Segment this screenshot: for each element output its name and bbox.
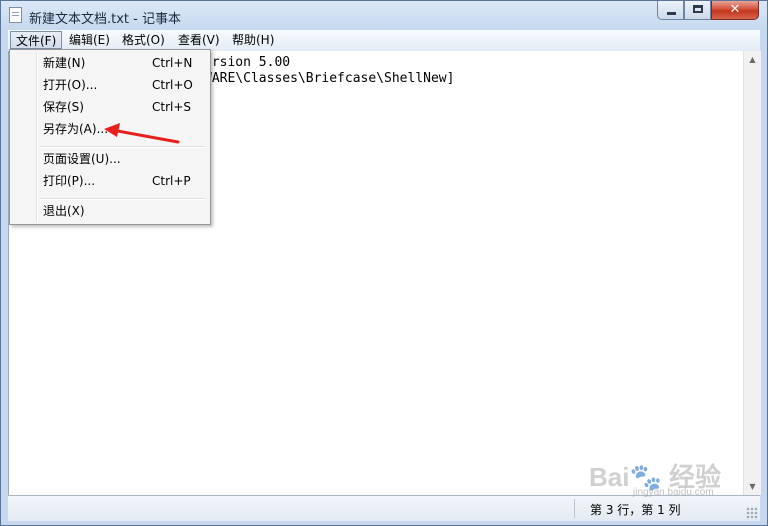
status-bar: 第 3 行，第 1 列: [8, 495, 760, 521]
menu-help[interactable]: 帮助(H): [227, 31, 279, 49]
status-divider: [574, 499, 575, 518]
editor-line-2: WARE\Classes\Briefcase\ShellNew]: [204, 71, 455, 86]
menu-format[interactable]: 格式(O): [117, 31, 170, 49]
menu-item-shortcut: Ctrl+S: [152, 100, 192, 114]
resize-grip-icon[interactable]: [746, 507, 758, 519]
minimize-button[interactable]: [657, 1, 684, 20]
menu-item-label: 退出(X): [43, 204, 85, 218]
red-arrow-annotation: [104, 123, 180, 144]
scroll-up-icon[interactable]: ▲: [744, 51, 761, 68]
window-title: 新建文本文档.txt - 记事本: [29, 12, 181, 27]
maximize-button[interactable]: [684, 1, 711, 20]
scroll-down-icon[interactable]: ▼: [744, 478, 761, 495]
menu-item-shortcut: Ctrl+N: [152, 56, 193, 70]
menu-item-new[interactable]: 新建(N) Ctrl+N: [12, 52, 208, 74]
vertical-scrollbar[interactable]: ▲ ▼: [743, 51, 761, 495]
cursor-position: 第 3 行，第 1 列: [590, 503, 681, 517]
menu-item-label: 打开(O)...: [43, 78, 98, 92]
menu-view[interactable]: 查看(V): [173, 31, 225, 49]
baidu-watermark-url: jingyan.baidu.com: [633, 487, 714, 498]
minimize-icon: [667, 12, 676, 15]
maximize-icon: [693, 5, 703, 13]
close-button[interactable]: ✕: [711, 1, 759, 20]
menu-item-save[interactable]: 保存(S) Ctrl+S: [12, 96, 208, 118]
caption-buttons: ✕: [657, 1, 759, 21]
menu-item-print[interactable]: 打印(P)... Ctrl+P: [12, 170, 208, 192]
menu-item-exit[interactable]: 退出(X): [12, 200, 208, 222]
menu-item-label: 新建(N): [43, 56, 86, 70]
menu-item-label: 保存(S): [43, 100, 84, 114]
notepad-icon[interactable]: [9, 7, 22, 23]
menu-item-shortcut: Ctrl+O: [152, 78, 193, 92]
title-bar[interactable]: 新建文本文档.txt - 记事本 ✕: [1, 1, 767, 30]
menu-item-label: 另存为(A)...: [43, 122, 109, 136]
menu-item-open[interactable]: 打开(O)... Ctrl+O: [12, 74, 208, 96]
menu-item-label: 打印(P)...: [43, 174, 96, 188]
close-icon: ✕: [729, 2, 741, 17]
menu-item-shortcut: Ctrl+P: [152, 174, 191, 188]
editor-line-1: ersion 5.00: [204, 55, 291, 70]
menu-file[interactable]: 文件(F): [10, 31, 63, 49]
menu-edit[interactable]: 编辑(E): [64, 31, 115, 49]
